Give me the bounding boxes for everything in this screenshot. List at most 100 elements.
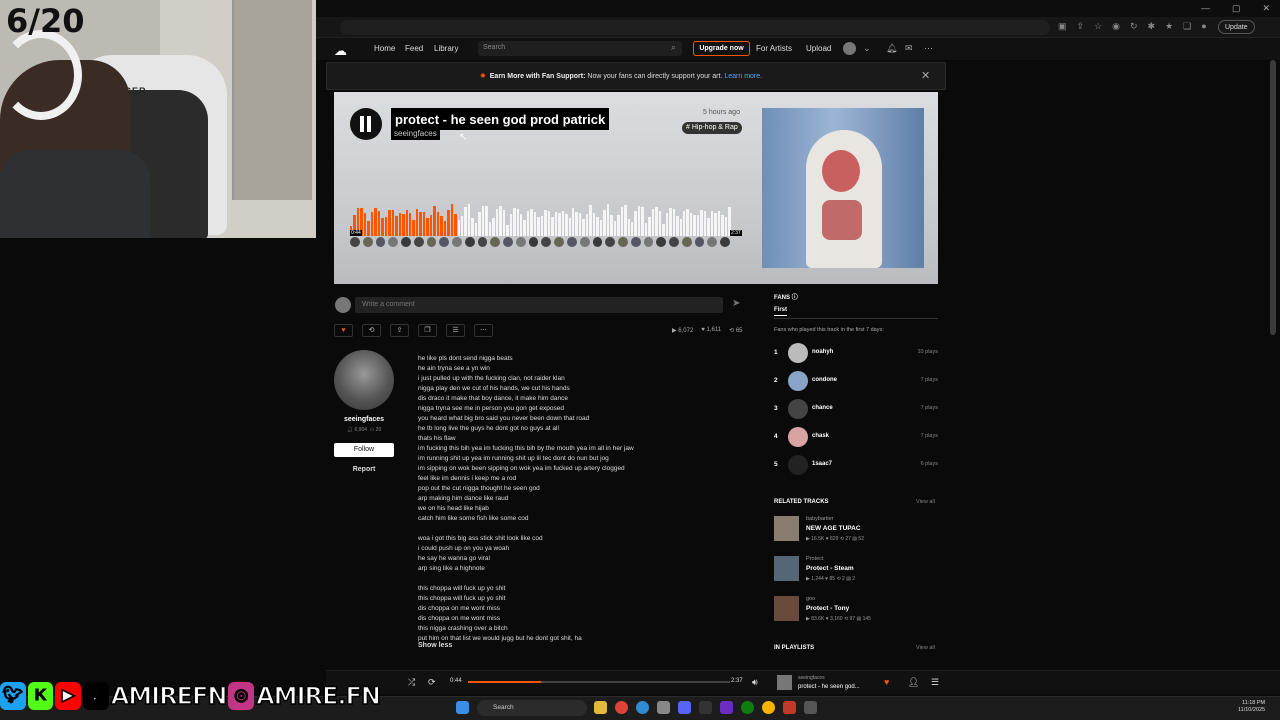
add-to-playlist-button[interactable]: ☰ [446,324,465,337]
commenter-avatar[interactable] [554,237,565,247]
fan-row[interactable]: 5 1saac7 6 plays [774,455,938,477]
related-view-all[interactable]: View all [916,499,935,505]
taskbar-search[interactable]: Search [477,700,587,716]
user-avatar[interactable] [843,42,856,55]
queue-icon[interactable]: ☰ [931,677,939,688]
fan-row[interactable]: 3 chance 7 plays [774,399,938,421]
commenter-avatar[interactable] [630,237,641,247]
commenter-avatar[interactable] [707,237,718,247]
app-icon[interactable] [657,701,670,714]
related-user[interactable]: babybartier [806,516,834,522]
commenter-avatar[interactable] [541,237,552,247]
repost-button[interactable]: ⟲ [362,324,381,337]
follow-button[interactable]: Follow [334,443,394,457]
minimize-icon[interactable]: — [1201,3,1210,14]
related-artwork[interactable] [774,596,799,621]
fan-row[interactable]: 2 condone 7 plays [774,371,938,393]
related-title[interactable]: Protect - Steam [806,565,854,572]
commenter-avatar[interactable] [362,237,373,247]
send-icon[interactable]: ➤ [732,298,740,309]
follow-user-icon[interactable]: 👤︎ [908,677,919,688]
related-track[interactable]: babybartier NEW AGE TUPAC ▶ 16.5K ♥ 829 ⟲ … [774,516,938,550]
fan-name[interactable]: noahyh [812,349,833,355]
commenter-avatar[interactable] [643,237,654,247]
commenter-avatar[interactable] [528,237,539,247]
commenter-avatar[interactable] [605,237,616,247]
tab-first[interactable]: First [774,307,788,316]
xbox-icon[interactable] [741,701,754,714]
start-icon[interactable] [456,701,469,714]
bell-icon[interactable]: 🔔︎ [886,43,897,54]
commenter-avatar[interactable] [694,237,705,247]
copy-link-button[interactable]: ❐ [418,324,437,337]
commenter-avatar[interactable] [618,237,628,247]
shuffle-icon[interactable]: ⤮ [408,677,415,688]
collections-icon[interactable]: ❏ [1183,21,1191,32]
app-icon[interactable] [804,701,817,714]
related-title[interactable]: NEW AGE TUPAC [806,525,861,532]
chrome-icon[interactable] [615,701,628,714]
commenter-avatar[interactable] [375,237,386,247]
shield-icon[interactable]: ◉ [1112,21,1120,32]
fan-name[interactable]: chask [812,433,829,439]
genre-tag[interactable]: # Hip-hop & Rap [682,122,742,134]
commenter-avatar[interactable] [477,237,488,247]
repeat-icon[interactable]: ⟳ [428,677,436,688]
show-less-button[interactable]: Show less [418,642,452,649]
close-icon[interactable]: ✕ [1262,3,1270,14]
address-bar[interactable] [340,20,1050,35]
fan-row[interactable]: 1 noahyh 10 plays [774,343,938,365]
like-button[interactable]: ♥ [334,324,353,337]
related-artwork[interactable] [774,516,799,541]
commenter-avatar[interactable] [439,237,450,247]
player-user[interactable]: seeingfaces [798,675,825,681]
learn-more-link[interactable]: Learn more. [724,73,762,80]
taskbar-clock[interactable]: 11:18 PM 11/10/2025 [1238,700,1265,714]
nav-feed[interactable]: Feed [405,44,423,53]
waveform[interactable] [350,200,731,236]
commenter-avatar[interactable] [592,237,603,247]
commenter-avatar[interactable] [401,237,411,247]
nav-for-artists[interactable]: For Artists [756,44,792,53]
extension-icon[interactable]: ▣ [1058,21,1067,32]
player-artwork[interactable] [777,675,792,690]
nav-upload[interactable]: Upload [806,44,831,53]
chevron-down-icon[interactable]: ⌄ [863,43,871,54]
uploader-name[interactable]: seeingfaces [334,416,394,423]
more-icon[interactable]: ⋯ [924,43,933,54]
share-icon[interactable]: ⇪ [1077,21,1085,32]
favorites-icon[interactable]: ★ [1165,21,1173,32]
related-user[interactable]: goo [806,596,815,602]
fan-avatar[interactable] [788,455,808,475]
track-artist[interactable]: seeingfaces [391,128,440,140]
commenter-avatar[interactable] [452,237,462,247]
pause-button[interactable] [350,108,382,140]
fan-row[interactable]: 4 chask 7 plays [774,427,938,449]
file-explorer-icon[interactable] [594,701,607,714]
commenter-avatar[interactable] [426,237,437,247]
fan-avatar[interactable] [788,399,808,419]
comment-input[interactable]: Write a comment [355,297,723,313]
maximize-icon[interactable]: ▢ [1232,3,1241,14]
close-icon[interactable]: ✕ [921,69,930,82]
discord-icon[interactable] [678,701,691,714]
playlists-view-all[interactable]: View all [916,645,935,651]
commenter-avatar[interactable] [669,237,679,247]
commenter-avatar[interactable] [413,237,424,247]
app-icon[interactable] [720,701,733,714]
scrollbar[interactable] [1270,60,1276,335]
uploader-avatar[interactable] [334,350,394,410]
commenter-avatar[interactable] [388,237,399,247]
commenter-avatar[interactable] [464,237,475,247]
related-artwork[interactable] [774,556,799,581]
update-button[interactable]: Update [1218,20,1255,34]
soundcloud-logo-icon[interactable]: ☁︎ [334,43,347,59]
app-icon[interactable] [783,701,796,714]
fan-avatar[interactable] [788,371,808,391]
search-icon[interactable]: ⌕ [671,42,676,53]
commenter-avatar[interactable] [579,237,590,247]
nav-home[interactable]: Home [374,44,395,53]
fan-avatar[interactable] [788,427,808,447]
chrome-icon[interactable] [762,701,775,714]
volume-icon[interactable]: 🔊︎ [752,677,758,688]
